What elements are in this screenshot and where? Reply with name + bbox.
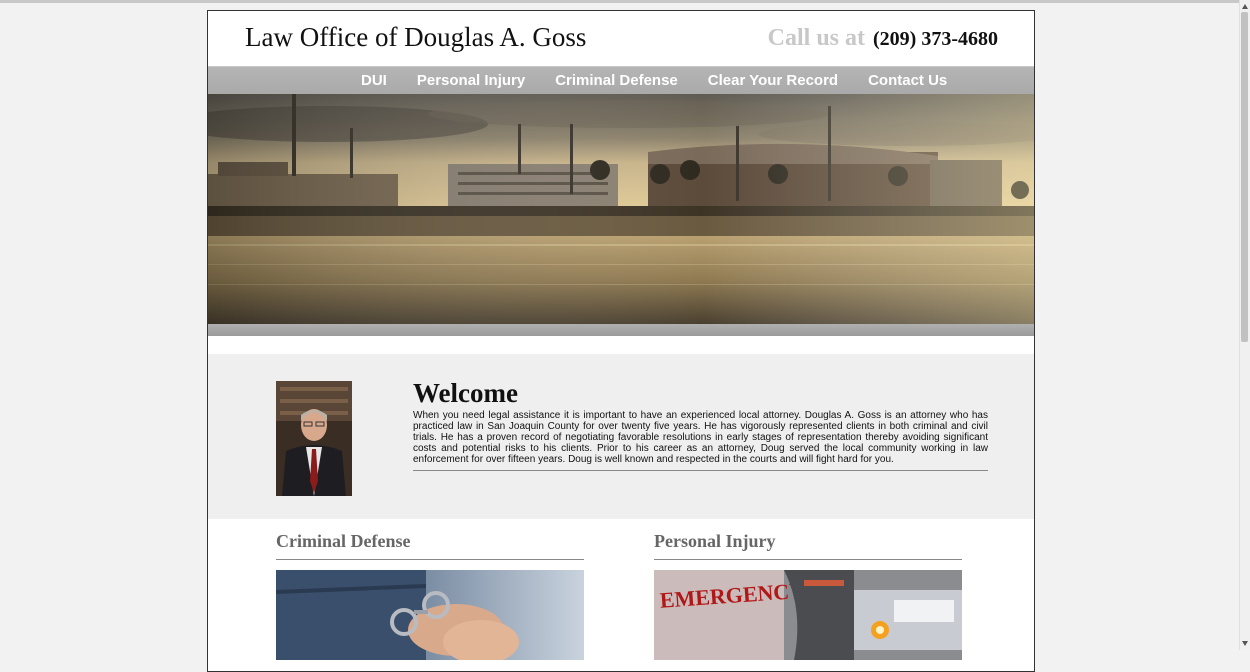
scroll-down-icon[interactable]	[1242, 641, 1248, 646]
welcome-title: Welcome	[413, 378, 518, 408]
nav-item-contact-us[interactable]: Contact Us	[853, 71, 962, 90]
welcome-divider	[413, 470, 988, 471]
section-criminal-defense: Criminal Defense	[276, 531, 584, 660]
vertical-scrollbar[interactable]	[1239, 0, 1250, 650]
nav-item-personal-injury[interactable]: Personal Injury	[402, 71, 540, 90]
attorney-portrait	[276, 381, 352, 496]
banner-divider	[208, 324, 1034, 336]
scrollbar-thumb[interactable]	[1241, 12, 1248, 342]
scroll-up-icon[interactable]	[1242, 4, 1248, 9]
phone-number[interactable]: (209) 373-4680	[873, 28, 998, 50]
section-title-personal-injury[interactable]: Personal Injury	[654, 531, 962, 560]
hero-banner-image	[208, 94, 1034, 324]
call-us: Call us at (209) 373-4680	[768, 25, 998, 52]
call-label: Call us at	[767, 25, 866, 51]
browser-top-line	[0, 0, 1240, 3]
handcuffs-photo[interactable]	[276, 570, 584, 660]
welcome-content: Welcome When you need legal assistance i…	[413, 378, 988, 471]
nav-item-dui[interactable]: DUI	[346, 71, 402, 90]
welcome-section: Welcome When you need legal assistance i…	[208, 354, 1034, 519]
site-title[interactable]: Law Office of Douglas A. Goss	[245, 22, 586, 53]
section-title-criminal-defense[interactable]: Criminal Defense	[276, 531, 584, 560]
site-header: Law Office of Douglas A. Goss Call us at…	[208, 11, 1034, 66]
main-nav: DUI Personal Injury Criminal Defense Cle…	[208, 66, 1034, 95]
welcome-body: When you need legal assistance it is imp…	[413, 410, 988, 465]
section-personal-injury: Personal Injury EMERGENCY 911	[654, 531, 962, 660]
nav-item-clear-your-record[interactable]: Clear Your Record	[693, 71, 853, 90]
nav-item-criminal-defense[interactable]: Criminal Defense	[540, 71, 693, 90]
emergency-vehicle-photo[interactable]: EMERGENCY 911	[654, 570, 962, 660]
page-container: Law Office of Douglas A. Goss Call us at…	[207, 10, 1035, 672]
